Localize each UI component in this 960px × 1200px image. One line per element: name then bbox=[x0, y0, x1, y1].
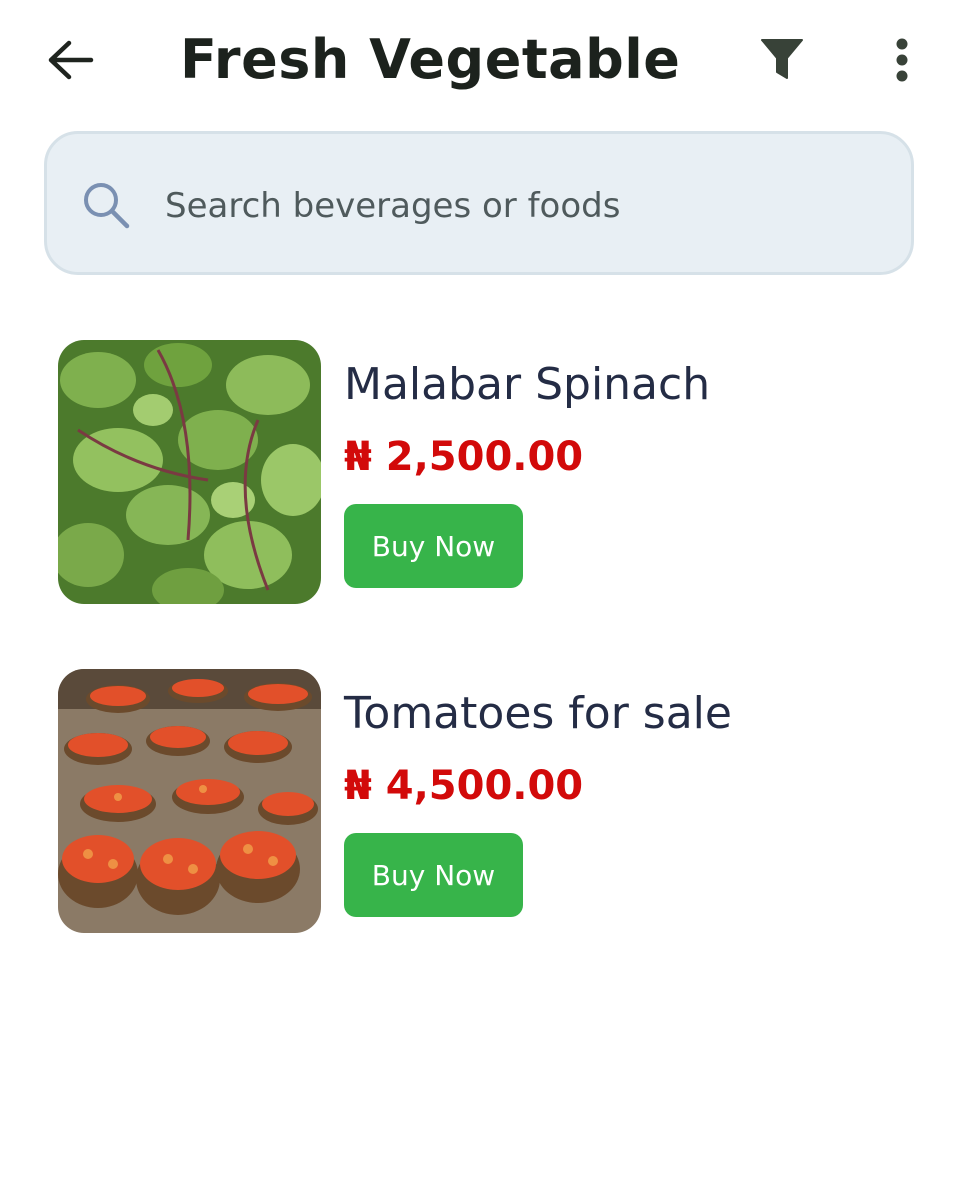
search-bar[interactable] bbox=[44, 131, 914, 275]
more-vertical-icon bbox=[896, 38, 908, 82]
filter-icon bbox=[761, 39, 803, 79]
product-card-tomatoes[interactable]: Tomatoes for sale ₦ 4,500.00 Buy Now bbox=[58, 669, 918, 933]
filter-button[interactable] bbox=[752, 30, 812, 90]
product-name: Tomatoes for sale bbox=[344, 688, 732, 739]
product-name: Malabar Spinach bbox=[344, 359, 711, 410]
more-options-button[interactable] bbox=[874, 30, 930, 90]
product-card-malabar-spinach[interactable]: Malabar Spinach ₦ 2,500.00 Buy Now bbox=[58, 340, 918, 604]
back-button[interactable] bbox=[40, 30, 102, 90]
buy-now-button[interactable]: Buy Now bbox=[344, 504, 523, 588]
buy-now-button[interactable]: Buy Now bbox=[344, 833, 523, 917]
app-header: Fresh Vegetable bbox=[0, 0, 960, 120]
page-title: Fresh Vegetable bbox=[180, 28, 681, 91]
search-icon bbox=[84, 183, 130, 229]
malabar-spinach-photo bbox=[58, 340, 321, 604]
tomato-baskets-photo bbox=[58, 669, 321, 933]
product-price: ₦ 2,500.00 bbox=[344, 434, 584, 480]
search-input[interactable] bbox=[165, 176, 865, 236]
arrow-left-icon bbox=[48, 40, 94, 80]
product-price: ₦ 4,500.00 bbox=[344, 763, 584, 809]
